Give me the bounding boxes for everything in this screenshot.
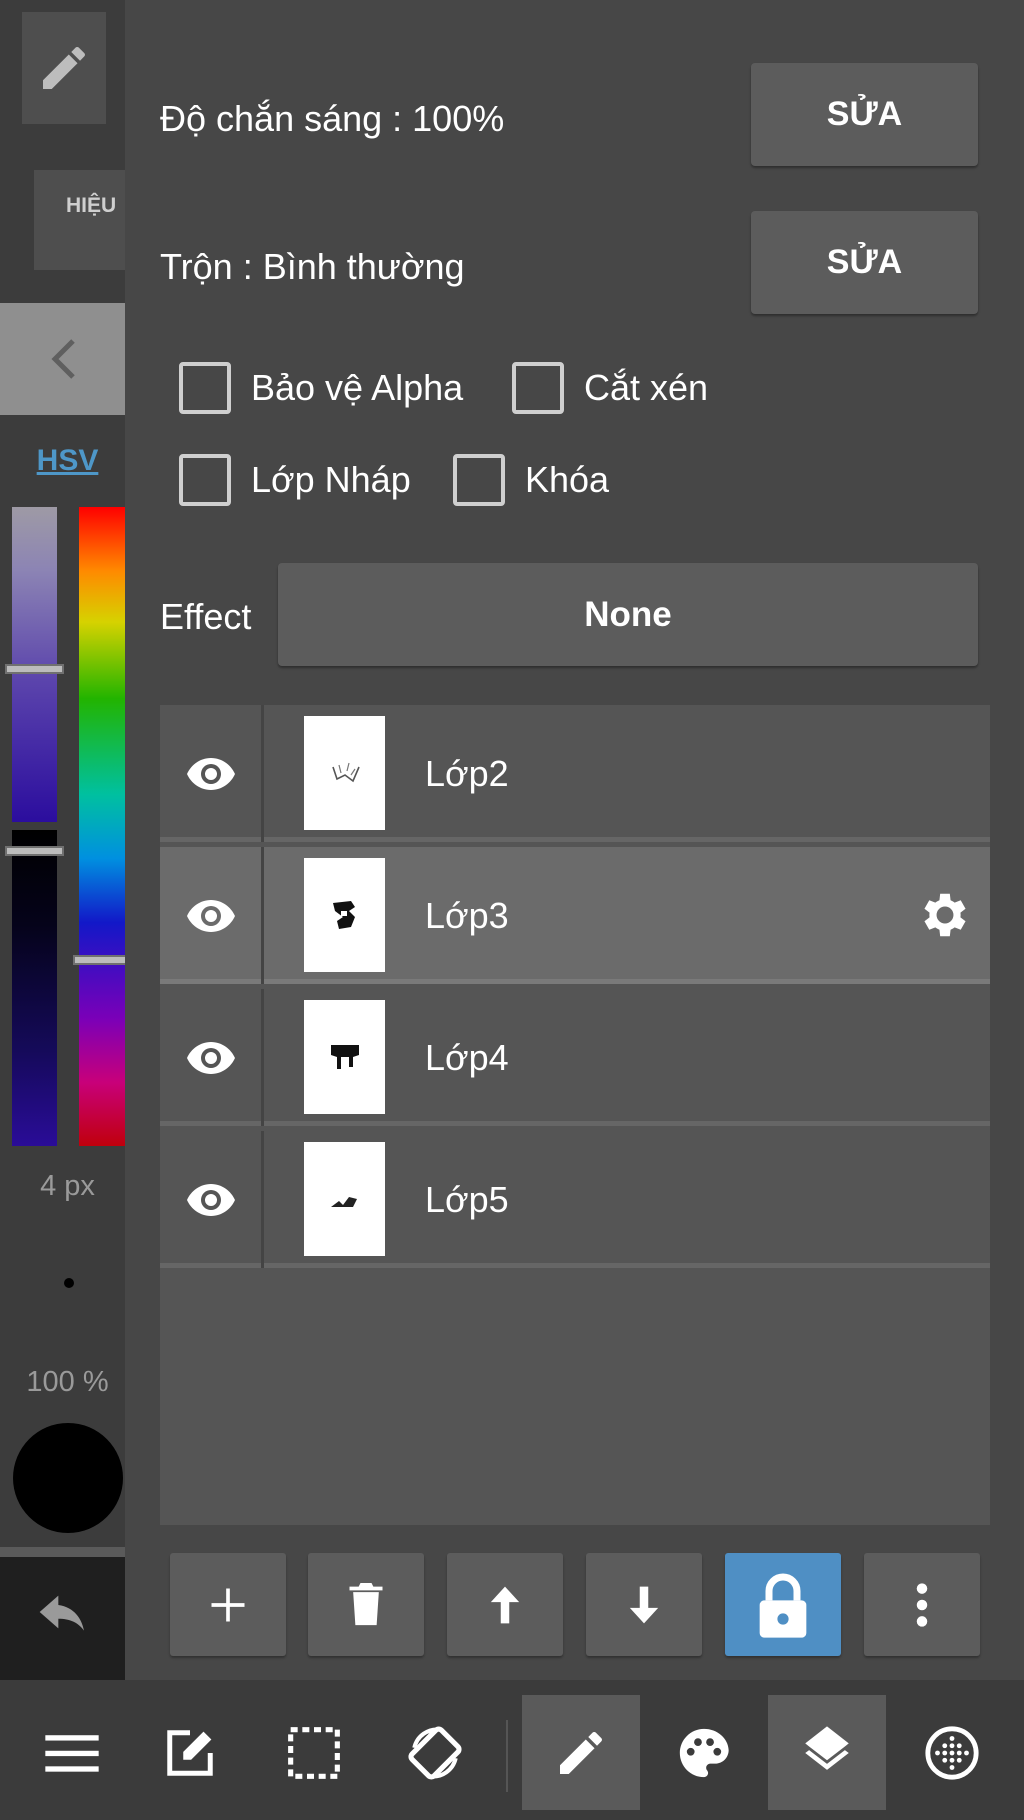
pencil-icon: [560, 1731, 602, 1774]
selection-icon: [288, 1726, 340, 1779]
plus-icon: [211, 1588, 245, 1621]
value-slider[interactable]: [12, 830, 57, 1146]
arrow-down-icon: [629, 1586, 659, 1623]
edit-icon: [167, 1729, 213, 1776]
move-layer-down-button[interactable]: [586, 1553, 702, 1656]
layer-toolbar: [170, 1553, 1000, 1656]
layer-name: Lớp2: [425, 753, 509, 794]
lock-layer-checkbox[interactable]: [453, 454, 505, 506]
effect-select-button[interactable]: None: [278, 563, 978, 666]
effect-tab-label: HIỆU: [66, 194, 117, 217]
layer-panel: Độ chắn sáng : 100% SỬA Trộn : Bình thườ…: [125, 0, 1024, 1680]
more-vertical-icon: [916, 1582, 928, 1627]
lock-layer-option[interactable]: Khóa: [453, 454, 609, 506]
edit-blend-button[interactable]: SỬA: [751, 211, 978, 314]
brush-size-preview: [64, 1278, 74, 1288]
layer-thumbnail: [304, 1000, 385, 1114]
brush-tool-button[interactable]: [522, 1695, 640, 1810]
brush-opacity-label[interactable]: 100 %: [0, 1366, 135, 1399]
selection-tool-button[interactable]: [255, 1695, 373, 1810]
color-mode-hsv-link[interactable]: HSV: [0, 444, 135, 478]
draft-layer-label: Lớp Nháp: [251, 459, 411, 500]
hue-slider-handle[interactable]: [73, 955, 127, 965]
layer-thumbnail: [304, 716, 385, 830]
trash-icon: [349, 1582, 383, 1625]
toolbar-divider: [506, 1720, 508, 1792]
brush-size-label[interactable]: 4 px: [0, 1170, 135, 1203]
gear-icon: [924, 893, 966, 937]
undo-icon: [39, 1595, 84, 1631]
color-palette-button[interactable]: [645, 1695, 763, 1810]
delete-layer-button[interactable]: [308, 1553, 424, 1656]
blend-mode-label: Trộn : Bình thường: [160, 246, 465, 287]
layer-more-options-button[interactable]: [864, 1553, 980, 1656]
layer-name: Lớp4: [425, 1037, 509, 1078]
collapse-panel-button[interactable]: [0, 303, 125, 415]
layer-row[interactable]: Lớp4: [160, 989, 990, 1126]
current-color-swatch[interactable]: [13, 1423, 123, 1533]
effect-tab[interactable]: HIỆU: [34, 170, 125, 270]
layer-name: Lớp3: [425, 895, 509, 936]
menu-icon: [45, 1734, 99, 1772]
eye-icon: [186, 1183, 235, 1216]
add-layer-button[interactable]: [170, 1553, 286, 1656]
clipping-checkbox[interactable]: [512, 362, 564, 414]
visibility-toggle[interactable]: [160, 989, 264, 1126]
rotate-canvas-button[interactable]: [376, 1695, 494, 1810]
lock-layer-label: Khóa: [525, 459, 610, 500]
draft-layer-checkbox[interactable]: [179, 454, 231, 506]
clipping-label: Cắt xén: [584, 367, 709, 408]
layer-row[interactable]: Lớp2: [160, 705, 990, 842]
lock-icon: [759, 1573, 807, 1638]
layers-icon: [805, 1725, 849, 1770]
undo-button[interactable]: [0, 1547, 125, 1680]
visibility-toggle[interactable]: [160, 847, 264, 984]
layer-thumbnail: [304, 1142, 385, 1256]
layer-thumbnail: [304, 858, 385, 972]
layer-row[interactable]: Lớp3: [160, 847, 990, 984]
layers-button[interactable]: [768, 1695, 886, 1810]
palette-icon: [679, 1728, 729, 1777]
layer-name: Lớp5: [425, 1179, 509, 1220]
layer-list: Lớp2 Lớp3 Lớp4 Lớp5: [160, 705, 990, 1525]
material-button[interactable]: [893, 1695, 1011, 1810]
protect-alpha-label: Bảo vệ Alpha: [251, 367, 464, 408]
eye-icon: [186, 757, 235, 790]
clipping-option[interactable]: Cắt xén: [512, 362, 708, 414]
visibility-toggle[interactable]: [160, 1131, 264, 1268]
bottom-toolbar: [0, 1680, 1024, 1820]
pen-mode-button[interactable]: [22, 12, 106, 124]
value-slider-handle[interactable]: [5, 846, 64, 856]
layer-row[interactable]: Lớp5: [160, 1131, 990, 1268]
edit-opacity-button[interactable]: SỬA: [751, 63, 978, 166]
left-tool-strip: HIỆU HSV 4 px 100 %: [0, 0, 127, 1680]
arrow-up-icon: [490, 1586, 520, 1623]
eye-icon: [186, 899, 235, 932]
protect-alpha-checkbox[interactable]: [179, 362, 231, 414]
edit-canvas-button[interactable]: [131, 1695, 249, 1810]
protect-alpha-option[interactable]: Bảo vệ Alpha: [179, 362, 463, 414]
lock-layer-button[interactable]: [725, 1553, 841, 1656]
move-layer-up-button[interactable]: [447, 1553, 563, 1656]
effect-label: Effect: [160, 596, 252, 637]
eye-icon: [186, 1041, 235, 1074]
hue-slider[interactable]: [79, 507, 125, 1146]
layer-settings-button[interactable]: [916, 886, 974, 949]
pencil-icon: [43, 46, 85, 89]
chevron-left-icon: [50, 339, 75, 379]
rotate-icon: [408, 1725, 462, 1780]
visibility-toggle[interactable]: [160, 705, 264, 842]
draft-layer-option[interactable]: Lớp Nháp: [179, 454, 411, 506]
menu-button[interactable]: [13, 1695, 131, 1810]
opacity-label: Độ chắn sáng : 100%: [160, 98, 505, 139]
saturation-slider-handle[interactable]: [5, 664, 64, 674]
material-icon: [925, 1725, 979, 1780]
